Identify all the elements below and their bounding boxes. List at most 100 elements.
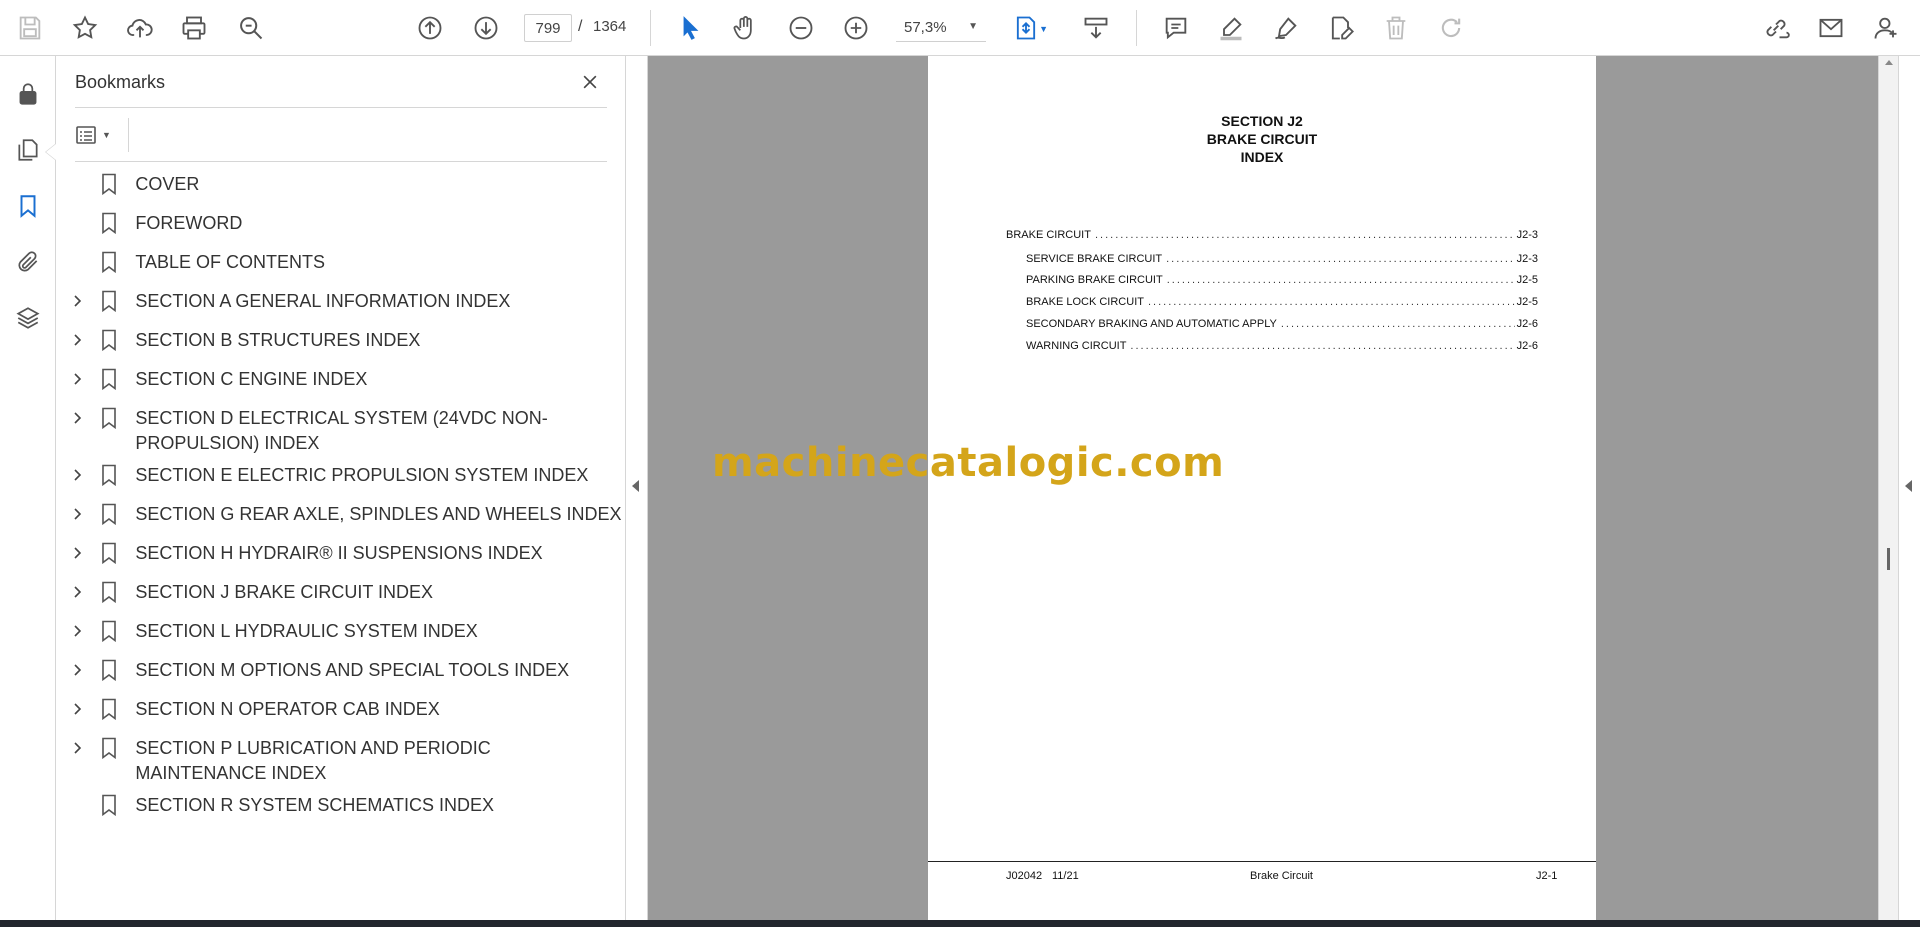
toc-entry[interactable]: WARNING CIRCUIT.........................… bbox=[1026, 340, 1538, 352]
toc-entry-title: WARNING CIRCUIT bbox=[1026, 340, 1127, 352]
next-page-icon[interactable] bbox=[468, 10, 504, 46]
toc-entry[interactable]: BRAKE CIRCUIT...........................… bbox=[1006, 229, 1538, 241]
chevron-right-icon[interactable] bbox=[70, 366, 84, 392]
bookmark-item[interactable]: SECTION C ENGINE INDEX bbox=[56, 366, 626, 399]
scroll-mode-icon[interactable] bbox=[1078, 10, 1114, 46]
chevron-right-icon[interactable] bbox=[70, 462, 84, 488]
layers-icon[interactable] bbox=[10, 300, 46, 336]
chevron-right-icon[interactable] bbox=[70, 735, 84, 761]
chevron-right-icon[interactable] bbox=[70, 288, 84, 314]
close-panel-button[interactable] bbox=[576, 68, 604, 96]
page-separator: / bbox=[578, 18, 583, 35]
share-link-icon[interactable] bbox=[1758, 10, 1794, 46]
bookmark-item[interactable]: SECTION M OPTIONS AND SPECIAL TOOLS INDE… bbox=[56, 657, 626, 690]
chevron-down-icon: ▼ bbox=[968, 21, 978, 32]
bookmark-item[interactable]: SECTION R SYSTEM SCHEMATICS INDEX bbox=[56, 792, 626, 825]
chevron-right-icon[interactable] bbox=[70, 657, 84, 683]
bookmark-label: SECTION L HYDRAULIC SYSTEM INDEX bbox=[135, 621, 478, 641]
zoom-out-icon[interactable] bbox=[783, 10, 819, 46]
previous-page-icon[interactable] bbox=[412, 10, 448, 46]
chevron-right-icon[interactable] bbox=[70, 618, 84, 644]
bookmark-item[interactable]: SECTION G REAR AXLE, SPINDLES AND WHEELS… bbox=[56, 501, 626, 534]
bookmark-label: SECTION C ENGINE INDEX bbox=[135, 369, 368, 389]
toc-entry[interactable]: BRAKE LOCK CIRCUIT......................… bbox=[1026, 296, 1538, 308]
bookmark-item[interactable]: COVER bbox=[56, 171, 626, 204]
vertical-scrollbar[interactable] bbox=[1878, 56, 1920, 920]
chevron-right-icon[interactable] bbox=[70, 501, 84, 527]
bookmark-options-button[interactable]: ▼ bbox=[74, 120, 120, 150]
email-icon[interactable] bbox=[1813, 10, 1849, 46]
bookmark-item[interactable]: TABLE OF CONTENTS bbox=[56, 249, 626, 282]
toc-entry-title: SECONDARY BRAKING AND AUTOMATIC APPLY bbox=[1026, 318, 1277, 330]
bookmarks-icon[interactable] bbox=[10, 188, 46, 224]
upload-cloud-icon[interactable] bbox=[122, 10, 158, 46]
chevron-right-icon[interactable] bbox=[70, 540, 84, 566]
bookmark-item[interactable]: SECTION L HYDRAULIC SYSTEM INDEX bbox=[56, 618, 626, 651]
chevron-right-icon[interactable] bbox=[70, 327, 84, 353]
search-icon[interactable] bbox=[233, 10, 269, 46]
fit-page-icon[interactable]: ▼ bbox=[1008, 10, 1048, 46]
bookmark-label: SECTION A GENERAL INFORMATION INDEX bbox=[135, 291, 511, 311]
bookmark-label: COVER bbox=[135, 174, 200, 194]
print-icon[interactable] bbox=[176, 10, 212, 46]
highlight-icon[interactable] bbox=[1213, 10, 1249, 46]
bookmark-label: SECTION E ELECTRIC PROPULSION SYSTEM IND… bbox=[135, 465, 589, 485]
chevron-right-icon[interactable] bbox=[70, 696, 84, 722]
bookmark-item[interactable]: SECTION N OPERATOR CAB INDEX bbox=[56, 696, 626, 729]
section-heading-line: BRAKE CIRCUIT bbox=[1206, 131, 1318, 147]
scroll-thumb[interactable] bbox=[1887, 548, 1890, 570]
pages-thumbnails-icon[interactable] bbox=[10, 132, 46, 168]
toc-entry-page: J2-6 bbox=[1516, 318, 1538, 330]
toc-leader-dots: ........................................… bbox=[1147, 296, 1515, 308]
draw-pen-icon[interactable] bbox=[1268, 10, 1304, 46]
toolbar: / 1364 57,3% ▼ ▼ bbox=[0, 0, 1920, 56]
toolbar-divider bbox=[650, 10, 651, 46]
star-icon[interactable] bbox=[67, 10, 103, 46]
lock-icon[interactable] bbox=[10, 76, 46, 112]
panel-divider bbox=[75, 161, 607, 162]
chevron-right-icon[interactable] bbox=[70, 405, 84, 431]
bookmark-item[interactable]: SECTION J BRAKE CIRCUIT INDEX bbox=[56, 579, 626, 612]
toc-leader-dots: ........................................… bbox=[1280, 318, 1515, 330]
expander-placeholder bbox=[70, 249, 84, 275]
chevron-right-icon[interactable] bbox=[70, 579, 84, 605]
zoom-level-value: 57,3% bbox=[904, 19, 947, 36]
redo-icon[interactable] bbox=[1433, 10, 1469, 46]
expand-right-panel-icon[interactable] bbox=[1905, 480, 1912, 492]
bookmark-item[interactable]: SECTION A GENERAL INFORMATION INDEX bbox=[56, 288, 626, 321]
scroll-track[interactable] bbox=[1879, 56, 1899, 920]
scroll-up-icon[interactable] bbox=[1885, 60, 1893, 65]
account-icon[interactable] bbox=[1868, 10, 1904, 46]
trash-icon[interactable] bbox=[1378, 10, 1414, 46]
zoom-level-select[interactable]: 57,3% ▼ bbox=[896, 14, 986, 42]
chevron-down-icon: ▼ bbox=[102, 130, 111, 140]
toc-entry-page: J2-3 bbox=[1516, 253, 1538, 265]
zoom-in-icon[interactable] bbox=[838, 10, 874, 46]
footer-rule bbox=[928, 861, 1596, 862]
bookmark-label: SECTION J BRAKE CIRCUIT INDEX bbox=[135, 582, 434, 602]
save-icon[interactable] bbox=[12, 10, 48, 46]
bookmark-item[interactable]: SECTION B STRUCTURES INDEX bbox=[56, 327, 626, 360]
panel-divider bbox=[75, 107, 607, 108]
hand-tool-icon[interactable] bbox=[727, 10, 763, 46]
page-number-input[interactable] bbox=[524, 14, 572, 42]
toc-entry-title: SERVICE BRAKE CIRCUIT bbox=[1026, 253, 1163, 265]
toc-entry[interactable]: SERVICE BRAKE CIRCUIT...................… bbox=[1026, 253, 1538, 265]
bookmarks-panel: Bookmarks ▼ COVER FOREWORD TABLE OF CONTEN… bbox=[56, 56, 626, 920]
bookmark-icon bbox=[98, 327, 120, 353]
collapse-panel-button[interactable] bbox=[626, 56, 648, 920]
bookmark-item[interactable]: SECTION E ELECTRIC PROPULSION SYSTEM IND… bbox=[56, 462, 626, 495]
toc-entry[interactable]: SECONDARY BRAKING AND AUTOMATIC APPLY...… bbox=[1026, 318, 1538, 330]
bookmark-item[interactable]: SECTION P LUBRICATION AND PERIODIC MAINT… bbox=[56, 735, 626, 786]
toc-entry-page: J2-3 bbox=[1516, 229, 1538, 241]
bookmark-item[interactable]: FOREWORD bbox=[56, 210, 626, 243]
edit-text-icon[interactable] bbox=[1323, 10, 1359, 46]
attachment-icon[interactable] bbox=[10, 244, 46, 280]
toc-leader-dots: ........................................… bbox=[1094, 229, 1515, 241]
select-cursor-icon[interactable] bbox=[672, 10, 708, 46]
toc-entry[interactable]: PARKING BRAKE CIRCUIT...................… bbox=[1026, 274, 1538, 286]
bookmark-item[interactable]: SECTION D ELECTRICAL SYSTEM (24VDC NON-P… bbox=[56, 405, 626, 456]
bookmark-icon bbox=[98, 735, 120, 761]
bookmark-item[interactable]: SECTION H HYDRAIR® II SUSPENSIONS INDEX bbox=[56, 540, 626, 573]
comment-icon[interactable] bbox=[1158, 10, 1194, 46]
